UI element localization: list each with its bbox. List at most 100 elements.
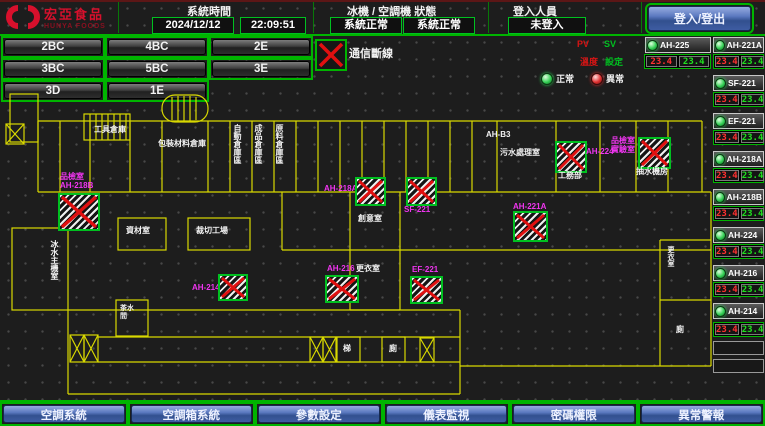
ahu-status-icon[interactable]	[355, 177, 386, 206]
ahu-marker-id: AH-221A	[513, 202, 546, 211]
unit-pv-value: 23.4	[715, 324, 739, 335]
ahu-marker-sub-label: 工務部	[558, 171, 582, 180]
hmi-screen: 宏亞食品 HUNYA FOODS 系統時間 2024/12/12 22:09:5…	[0, 0, 765, 426]
room-label: 資材室	[126, 226, 150, 235]
unit-ah-225[interactable]: AH-225	[645, 37, 711, 53]
unit-name: AH-218B	[727, 192, 762, 202]
unit-pv-value: 23.4	[715, 208, 739, 219]
room-label: 工具倉庫	[94, 125, 128, 134]
ahu-marker-id: AH-218A	[324, 184, 357, 193]
unit-ah-216[interactable]: AH-216	[713, 265, 764, 281]
unit-led-icon	[715, 116, 726, 127]
ahu-marker-label: 品檢室 AH-218B	[60, 172, 93, 190]
logo-icon	[6, 3, 40, 31]
ahu-status-icon[interactable]	[513, 211, 548, 242]
unit-led-icon	[715, 268, 726, 279]
room-label: 廁	[676, 325, 684, 334]
ahu-status-icon[interactable]	[406, 177, 437, 206]
unit-sv-value: 23.4	[741, 132, 765, 143]
room-label: 自動倉庫區	[233, 124, 242, 164]
ahu-status-icon[interactable]	[555, 141, 587, 173]
ahu-status-icon[interactable]	[218, 274, 248, 301]
unit-ah-214-values: 23.4 23.4	[713, 322, 764, 337]
unit-name: SF-221	[728, 78, 756, 88]
header-divider	[641, 2, 642, 33]
unit-sv-value: 23.4	[741, 324, 765, 335]
unit-name: AH-225	[660, 40, 689, 50]
header-divider	[313, 2, 314, 33]
ahu-marker-id: AH-214	[192, 283, 220, 292]
unit-sv-value: 23.4	[741, 94, 765, 105]
room-label: 茶水間	[120, 305, 138, 321]
unit-pv-value: 23.4	[715, 56, 739, 67]
unit-led-icon	[715, 78, 726, 89]
unit-ah-216-values: 23.4 23.4	[713, 282, 764, 297]
login-logout-button[interactable]: 登入/登出	[648, 6, 751, 31]
unit-led-icon	[647, 40, 658, 51]
room-label: AH-B3	[486, 130, 510, 139]
room-label: 更衣室	[666, 246, 675, 267]
unit-ah-221a-values: 23.4 23.4	[713, 54, 764, 69]
unit-sf-221[interactable]: SF-221	[713, 75, 764, 91]
ahu-marker-room: 品檢室	[611, 136, 635, 145]
ahu-status-icon[interactable]	[638, 137, 671, 169]
nav-parameter-settings-button[interactable]: 參數設定	[258, 405, 380, 423]
unit-slot-empty	[713, 341, 764, 355]
room-label: 污水處理室	[500, 148, 540, 157]
nav-ahu-system-button[interactable]: 空調箱系統	[131, 405, 253, 423]
header-divider	[488, 2, 489, 33]
unit-sv-value: 23.4	[741, 170, 765, 181]
room-label: 包裝材料倉庫	[158, 139, 206, 148]
unit-name: AH-214	[728, 306, 757, 316]
unit-name: AH-221A	[727, 40, 762, 50]
unit-sv-value: 23.4	[741, 246, 765, 257]
ahu-status-icon[interactable]	[410, 276, 443, 304]
nav-hvac-system-button[interactable]: 空調系統	[3, 405, 125, 423]
unit-led-icon	[715, 306, 726, 317]
unit-sv-value: 23.4	[741, 284, 765, 295]
unit-ah-221a[interactable]: AH-221A	[713, 37, 764, 53]
unit-sv-value: 23.4	[679, 56, 710, 67]
ahu-marker-sub-label: 抽水機房	[636, 167, 668, 176]
unit-ah-218b[interactable]: AH-218B	[713, 189, 764, 205]
unit-ah-218a-values: 23.4 23.4	[713, 168, 764, 183]
room-label: 冰水主機室	[50, 240, 59, 280]
logo-subtitle: HUNYA FOODS	[44, 23, 106, 30]
unit-sv-value: 23.4	[741, 208, 765, 219]
ahu-marker-id: SF-221	[404, 205, 430, 214]
unit-led-icon	[715, 154, 725, 165]
unit-ef-221-values: 23.4 23.4	[713, 130, 764, 145]
room-label: 原料倉庫區	[275, 124, 284, 164]
nav-password-permission-button[interactable]: 密碼權限	[513, 405, 635, 423]
room-label: 更衣室	[356, 264, 380, 273]
unit-pv-value: 23.4	[715, 284, 739, 295]
unit-sf-221-values: 23.4 23.4	[713, 92, 764, 107]
unit-ef-221[interactable]: EF-221	[713, 113, 764, 129]
floorplan-walls	[0, 36, 712, 400]
unit-sv-value: 23.4	[741, 56, 765, 67]
unit-ah-214[interactable]: AH-214	[713, 303, 764, 319]
room-label: 創意室	[358, 214, 382, 223]
top-border	[0, 0, 765, 2]
unit-ah-224[interactable]: AH-224	[713, 227, 764, 243]
ac-status-display: 系統正常	[403, 17, 475, 34]
unit-pv-value: 23.4	[715, 170, 739, 181]
unit-pv-value: 23.4	[715, 132, 739, 143]
unit-pv-value: 23.4	[715, 94, 739, 105]
header-divider	[118, 2, 119, 33]
room-label: 廁	[389, 344, 397, 353]
ahu-status-icon[interactable]	[325, 275, 359, 303]
date-display: 2024/12/12	[152, 17, 234, 34]
unit-slot-empty	[713, 359, 764, 373]
unit-ah-218a[interactable]: AH-218A	[713, 151, 764, 167]
nav-alarm-button[interactable]: 異常警報	[641, 405, 763, 423]
unit-ah-218b-values: 23.4 23.4	[713, 206, 764, 221]
time-display: 22:09:51	[240, 17, 306, 34]
ahu-marker-id: AH-218B	[60, 181, 93, 190]
unit-ah-224-values: 23.4 23.4	[713, 244, 764, 259]
ahu-status-icon[interactable]	[58, 193, 100, 231]
ahu-marker-id: AH-216	[327, 264, 355, 273]
nav-instrument-monitor-button[interactable]: 儀表監視	[386, 405, 508, 423]
ahu-marker-room: 品檢室	[60, 172, 93, 181]
room-label: 成品倉庫區	[254, 124, 263, 164]
